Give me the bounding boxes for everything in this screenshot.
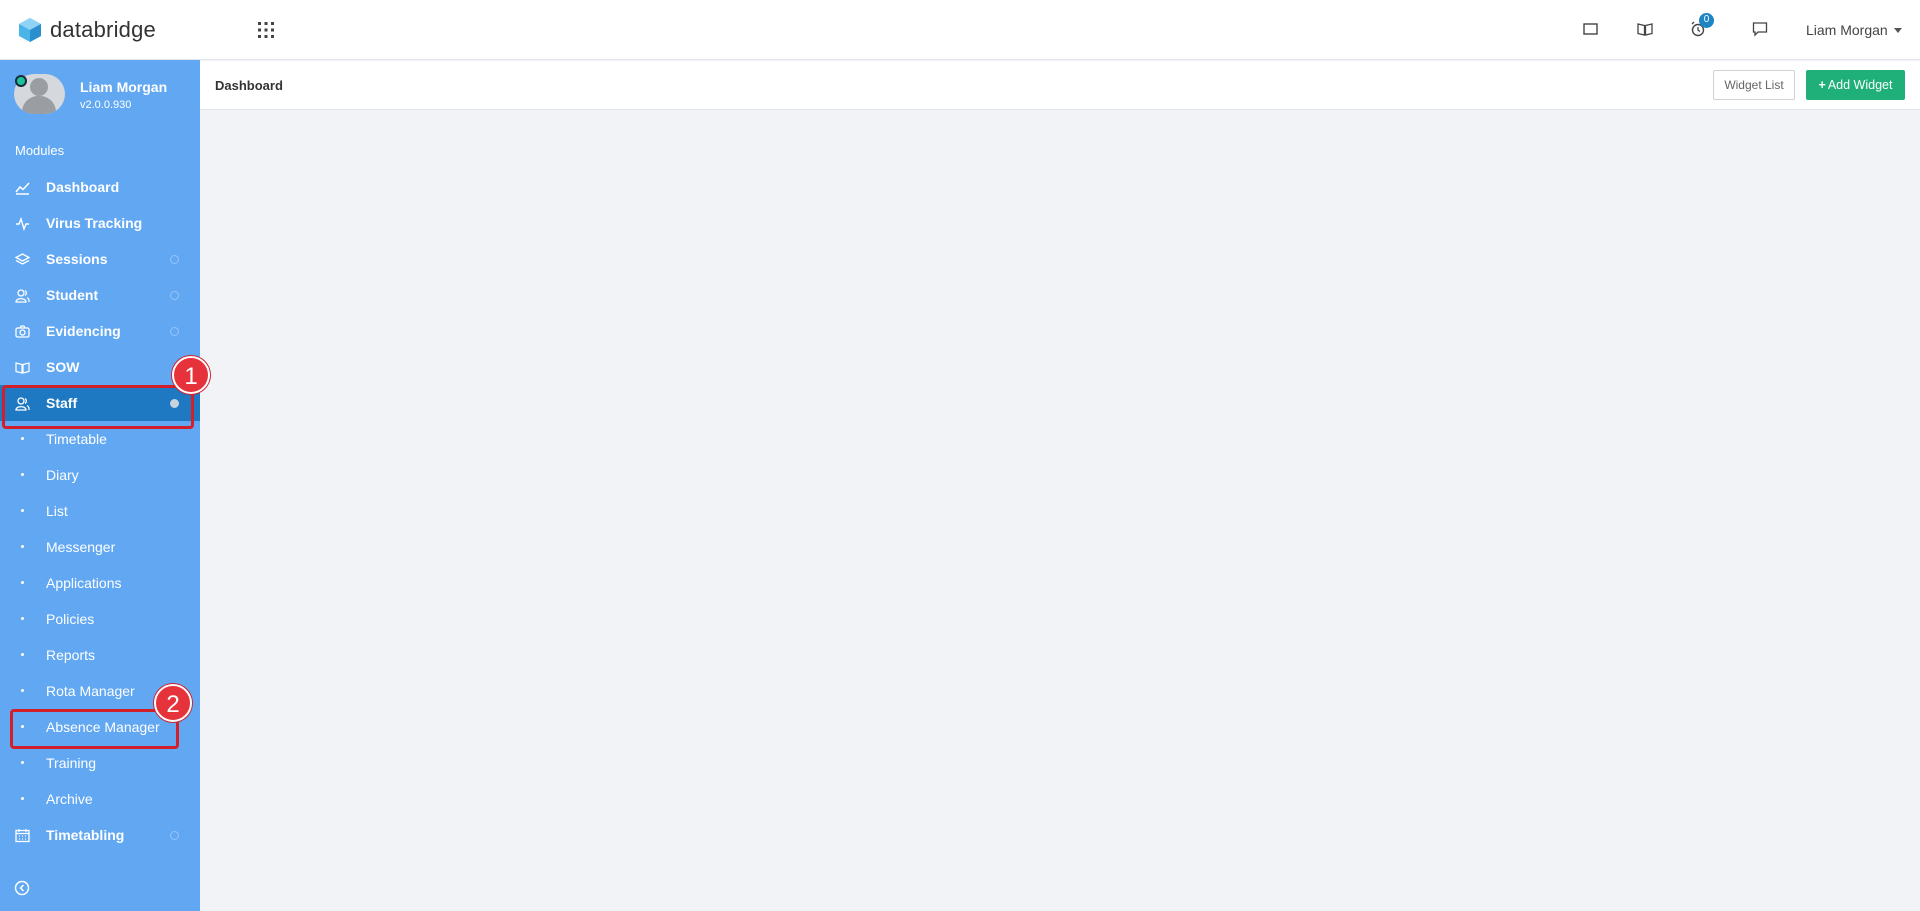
- layers-icon: [14, 252, 31, 267]
- window-icon[interactable]: [1582, 20, 1602, 40]
- sidebar-item-label: Archive: [46, 791, 93, 807]
- brand-name: databridge: [50, 17, 156, 42]
- bullet-icon: [21, 437, 24, 440]
- collapse-sidebar-icon[interactable]: [14, 880, 30, 896]
- add-widget-button[interactable]: + Add Widget: [1806, 70, 1905, 100]
- sidebar-item-dashboard[interactable]: Dashboard: [0, 169, 200, 205]
- sidebar-subitem-archive[interactable]: Archive: [0, 781, 200, 817]
- bullet-icon: [21, 761, 24, 764]
- sidebar-subitem-training[interactable]: Training: [0, 745, 200, 781]
- plus-icon: +: [1818, 78, 1826, 92]
- bullet-icon: [21, 797, 24, 800]
- sidebar: Liam Morgan v2.0.0.930 Modules Dashboard…: [0, 60, 200, 911]
- sidebar-item-timetabling[interactable]: Timetabling: [0, 817, 200, 853]
- book-icon[interactable]: [1636, 20, 1656, 40]
- bullet-icon: [21, 689, 24, 692]
- sidebar-item-label: SOW: [46, 359, 80, 375]
- databridge-logo-icon: [19, 18, 41, 42]
- add-widget-label: Add Widget: [1827, 78, 1893, 92]
- annotation-marker-step-1: 1: [172, 356, 210, 394]
- bullet-icon: [21, 617, 24, 620]
- widget-list-button[interactable]: Widget List: [1713, 70, 1795, 100]
- logo[interactable]: databridge: [18, 17, 156, 43]
- bullet-icon: [21, 509, 24, 512]
- book-open-icon: [15, 360, 30, 375]
- apps-grid-icon[interactable]: [257, 21, 275, 39]
- sidebar-item-sessions[interactable]: Sessions: [0, 241, 200, 277]
- expand-indicator-icon: [170, 831, 179, 840]
- bullet-icon: [21, 545, 24, 548]
- pulse-icon: [15, 216, 30, 232]
- sidebar-item-label: Messenger: [46, 539, 116, 555]
- sidebar-nav: Dashboard Virus Tracking Sessions Studen…: [0, 169, 200, 853]
- expand-indicator-icon: [170, 255, 179, 264]
- sidebar-item-student[interactable]: Student: [0, 277, 200, 313]
- sidebar-item-label: Reports: [46, 647, 96, 663]
- chart-line-icon: [15, 180, 30, 195]
- sidebar-item-label: Sessions: [46, 251, 108, 267]
- sidebar-item-evidencing[interactable]: Evidencing: [0, 313, 200, 349]
- sidebar-item-label: Dashboard: [46, 179, 120, 195]
- annotation-marker-step-2: 2: [154, 684, 192, 722]
- user-menu-name: Liam Morgan: [1806, 22, 1888, 38]
- sidebar-item-sow[interactable]: SOW: [0, 349, 200, 385]
- sidebar-subitem-messenger[interactable]: Messenger: [0, 529, 200, 565]
- sidebar-subitem-policies[interactable]: Policies: [0, 601, 200, 637]
- alarm-icon[interactable]: 0: [1689, 13, 1714, 40]
- expand-indicator-icon: [170, 327, 179, 336]
- sidebar-item-label: Virus Tracking: [46, 215, 143, 231]
- chevron-down-icon: [1893, 27, 1902, 33]
- sidebar-item-label: Training: [46, 755, 97, 771]
- sidebar-subitem-diary[interactable]: Diary: [0, 457, 200, 493]
- alarm-badge: 0: [1699, 13, 1714, 28]
- page-title: Dashboard: [215, 78, 283, 93]
- annotation-box-step-2: [10, 709, 179, 749]
- sidebar-item-label: Evidencing: [46, 323, 121, 339]
- bullet-icon: [21, 581, 24, 584]
- sidebar-item-virus-tracking[interactable]: Virus Tracking: [0, 205, 200, 241]
- sidebar-subitem-list[interactable]: List: [0, 493, 200, 529]
- calendar-icon: [15, 828, 30, 843]
- bullet-icon: [21, 653, 24, 656]
- top-bar: databridge 0 Liam Morgan: [0, 0, 1920, 60]
- annotation-box-step-1: [2, 385, 194, 429]
- sidebar-subitem-applications[interactable]: Applications: [0, 565, 200, 601]
- user-profile: Liam Morgan v2.0.0.930: [14, 74, 167, 114]
- sidebar-item-label: Applications: [46, 575, 122, 591]
- app-version: v2.0.0.930: [80, 99, 132, 111]
- dashboard-content-area: [200, 110, 1920, 911]
- sidebar-item-label: Rota Manager: [46, 683, 135, 699]
- content-header: Dashboard Widget List + Add Widget: [200, 61, 1920, 110]
- modules-section-label: Modules: [15, 143, 65, 158]
- sidebar-item-label: List: [46, 503, 68, 519]
- sidebar-item-label: Student: [46, 287, 99, 303]
- sidebar-item-label: Timetabling: [46, 827, 125, 843]
- profile-name: Liam Morgan: [80, 79, 168, 95]
- expand-indicator-icon: [170, 291, 179, 300]
- users-icon: [15, 288, 30, 303]
- user-menu[interactable]: Liam Morgan: [1806, 22, 1902, 38]
- bullet-icon: [21, 473, 24, 476]
- sidebar-item-label: Policies: [46, 611, 95, 627]
- camera-icon: [15, 324, 30, 339]
- online-status-icon: [15, 75, 27, 87]
- sidebar-subitem-reports[interactable]: Reports: [0, 637, 200, 673]
- chat-icon[interactable]: [1751, 20, 1771, 40]
- sidebar-item-label: Timetable: [46, 431, 107, 447]
- sidebar-item-label: Diary: [46, 467, 79, 483]
